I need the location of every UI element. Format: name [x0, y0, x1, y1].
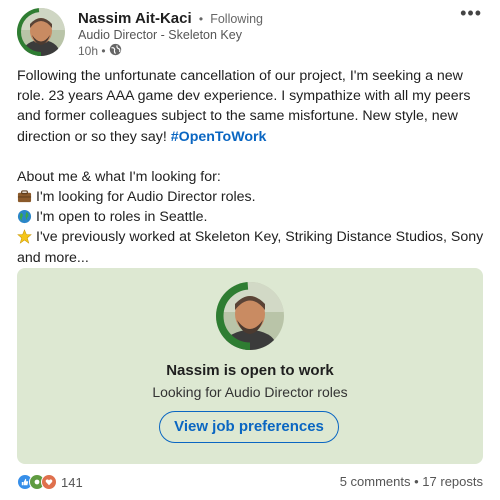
engagement-stats: 5 comments • 17 reposts: [340, 474, 483, 489]
post-card: Nassim Ait-Kaci • Following Audio Direct…: [0, 0, 500, 500]
globe-visibility-icon: [109, 43, 122, 59]
post-paragraph: Following the unfortunate cancellation o…: [17, 66, 487, 147]
open-to-work-title: Nassim is open to work: [166, 362, 334, 379]
author-name-row: Nassim Ait-Kaci • Following: [78, 10, 263, 27]
list-item: I've previously worked at Skeleton Key, …: [17, 227, 487, 247]
bullet-text: I'm looking for Audio Director roles.: [36, 189, 256, 206]
open-to-work-card: Nassim is open to work Looking for Audio…: [17, 268, 483, 464]
post-intro: About me & what I'm looking for:: [17, 168, 221, 185]
following-status: Following: [210, 12, 264, 26]
bullet-text: I'm open to roles in Seattle.: [36, 209, 208, 226]
briefcase-icon: [17, 189, 32, 204]
reposts-link[interactable]: 17 reposts: [422, 474, 483, 489]
open-to-work-subtitle: Looking for Audio Director roles: [152, 384, 348, 400]
bullet-text: I've previously worked at Skeleton Key, …: [36, 229, 484, 246]
hashtag-link[interactable]: #OpenToWork: [171, 129, 267, 145]
view-job-preferences-button[interactable]: View job preferences: [159, 411, 339, 443]
globe-icon: [17, 209, 32, 224]
list-item: I'm looking for Audio Director roles.: [17, 187, 487, 207]
comments-link[interactable]: 5 comments: [340, 474, 411, 489]
author-name[interactable]: Nassim Ait-Kaci: [78, 10, 192, 27]
see-more-text[interactable]: and more...: [17, 248, 487, 268]
stats-separator: •: [410, 474, 423, 489]
reaction-count: 141: [61, 474, 83, 490]
post-time: 10h •: [78, 44, 106, 58]
reactions-summary[interactable]: 141: [17, 474, 83, 490]
love-reaction-icon: [41, 474, 57, 490]
post-body: Following the unfortunate cancellation o…: [17, 66, 487, 268]
list-item: I'm open to roles in Seattle.: [17, 207, 487, 227]
more-options-icon[interactable]: •••: [460, 4, 482, 22]
author-avatar[interactable]: [17, 8, 65, 56]
post-time-row: 10h •: [78, 43, 122, 59]
open-to-work-avatar[interactable]: [216, 282, 284, 350]
star-icon: [17, 229, 32, 245]
author-headline: Audio Director - Skeleton Key: [78, 28, 242, 42]
separator-dot: •: [198, 12, 204, 26]
